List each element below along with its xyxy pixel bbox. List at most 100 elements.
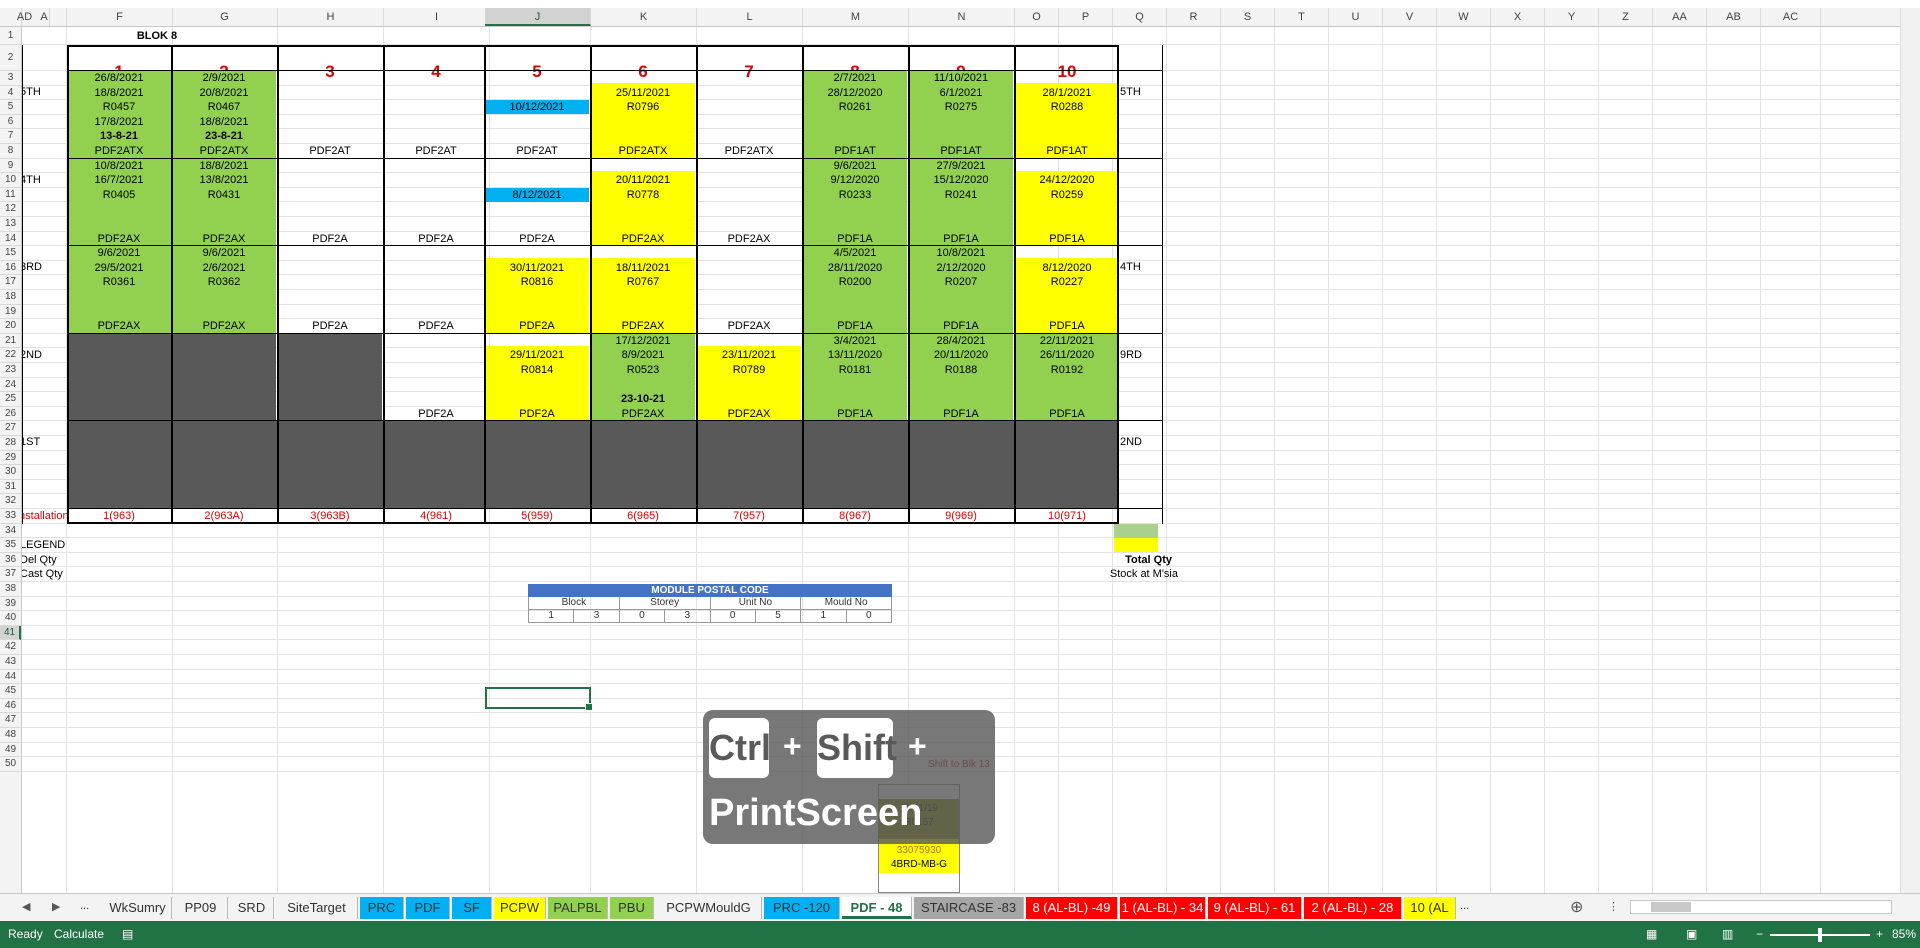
row-header[interactable]: 39: [0, 597, 21, 612]
row-header[interactable]: 30: [0, 465, 21, 480]
column-header[interactable]: H: [278, 8, 384, 26]
sheet-tab[interactable]: 8 (AL-BL) -49: [1026, 897, 1118, 919]
zoom-in-icon[interactable]: +: [1876, 927, 1883, 941]
row-header[interactable]: 11: [0, 188, 21, 203]
row-header[interactable]: 41: [0, 625, 21, 641]
row-header[interactable]: 38: [0, 582, 21, 597]
column-header[interactable]: T: [1275, 8, 1329, 26]
sheet-tab[interactable]: PRC: [360, 897, 404, 919]
vertical-scrollbar[interactable]: [1900, 8, 1920, 893]
column-header[interactable]: AA: [1653, 8, 1707, 26]
tab-scroll-left-icon[interactable]: ◀: [22, 900, 30, 913]
row-header[interactable]: 4: [0, 86, 21, 101]
sheet-tab[interactable]: PDF - 48: [842, 897, 912, 919]
row-header[interactable]: 19: [0, 305, 21, 320]
column-header[interactable]: F: [67, 8, 173, 26]
row-header[interactable]: 23: [0, 363, 21, 378]
column-header[interactable]: X: [1491, 8, 1545, 26]
tab-more[interactable]: ...: [1460, 900, 1469, 912]
horizontal-scroll-thumb[interactable]: [1651, 902, 1691, 912]
column-header[interactable]: Q: [1113, 8, 1167, 26]
sheet-tab[interactable]: 1 (AL-BL) - 34: [1120, 897, 1206, 919]
sheet-tab[interactable]: 9 (AL-BL) - 61: [1208, 897, 1302, 919]
row-header[interactable]: 13: [0, 217, 21, 232]
row-header[interactable]: 25: [0, 392, 21, 407]
row-header[interactable]: 20: [0, 319, 21, 334]
sheet-tab[interactable]: SiteTarget: [276, 897, 358, 919]
row-header[interactable]: 49: [0, 743, 21, 758]
column-header[interactable]: AC: [1761, 8, 1821, 26]
add-sheet-icon[interactable]: ⊕: [1570, 897, 1583, 917]
row-header[interactable]: 26: [0, 407, 21, 422]
row-header[interactable]: 10: [0, 173, 21, 188]
row-header[interactable]: 16: [0, 261, 21, 276]
row-header[interactable]: 18: [0, 290, 21, 305]
column-header[interactable]: O: [1015, 8, 1059, 26]
row-header[interactable]: 8: [0, 144, 21, 159]
column-header[interactable]: AD: [0, 8, 50, 26]
row-header[interactable]: 46: [0, 699, 21, 714]
row-header[interactable]: 47: [0, 713, 21, 728]
horizontal-scrollbar[interactable]: [1630, 900, 1892, 914]
row-header[interactable]: 17: [0, 275, 21, 290]
tab-scroll-right-icon[interactable]: ▶: [52, 900, 60, 913]
sheet-tab[interactable]: PDF: [406, 897, 450, 919]
row-header[interactable]: 24: [0, 378, 21, 393]
page-break-view-icon[interactable]: ▥: [1722, 927, 1733, 941]
sheet-tab[interactable]: PRC -120: [764, 897, 840, 919]
row-header[interactable]: 31: [0, 480, 21, 495]
sheet-tab[interactable]: 2 (AL-BL) - 28: [1304, 897, 1402, 919]
calculate-button[interactable]: Calculate: [54, 927, 104, 941]
sheet-tab[interactable]: WkSumry: [104, 897, 172, 919]
column-header[interactable]: I: [384, 8, 490, 26]
tab-options-icon[interactable]: ⋮: [1608, 900, 1619, 913]
row-header[interactable]: 2: [0, 45, 21, 71]
tab-ellipsis[interactable]: ...: [80, 900, 89, 912]
sheet-tab[interactable]: 10 (AL: [1404, 897, 1456, 919]
sheet-tab[interactable]: PBU: [610, 897, 654, 919]
row-header[interactable]: 45: [0, 684, 21, 699]
zoom-out-icon[interactable]: −: [1756, 927, 1763, 941]
column-header[interactable]: N: [909, 8, 1015, 26]
column-header[interactable]: Z: [1599, 8, 1653, 26]
row-header[interactable]: 32: [0, 494, 21, 509]
row-header[interactable]: 28: [0, 436, 21, 451]
row-header[interactable]: 42: [0, 640, 21, 655]
sheet-tab[interactable]: PALPBL: [548, 897, 608, 919]
row-header[interactable]: 35: [0, 538, 21, 553]
zoom-slider[interactable]: [1770, 928, 1870, 942]
macro-record-icon[interactable]: ▤: [122, 927, 133, 941]
row-header[interactable]: 44: [0, 670, 21, 685]
row-header[interactable]: 40: [0, 611, 21, 626]
column-header[interactable]: M: [803, 8, 909, 26]
row-header[interactable]: 9: [0, 159, 21, 174]
column-header[interactable]: W: [1437, 8, 1491, 26]
row-header[interactable]: 1: [0, 27, 21, 45]
column-header[interactable]: R: [1167, 8, 1221, 26]
sheet-tab[interactable]: SRD: [230, 897, 274, 919]
column-header[interactable]: G: [172, 8, 278, 26]
row-header[interactable]: 21: [0, 334, 21, 349]
row-header[interactable]: 3: [0, 71, 21, 86]
zoom-level[interactable]: 85%: [1892, 927, 1916, 941]
row-header[interactable]: 48: [0, 728, 21, 743]
row-header[interactable]: 50: [0, 757, 21, 772]
row-header[interactable]: 36: [0, 553, 21, 568]
row-header[interactable]: 29: [0, 451, 21, 466]
column-header[interactable]: J: [485, 8, 591, 26]
row-header[interactable]: 33: [0, 509, 21, 524]
sheet-tab[interactable]: PCPW: [494, 897, 546, 919]
row-header[interactable]: 27: [0, 421, 21, 436]
row-header[interactable]: 37: [0, 567, 21, 582]
column-header[interactable]: K: [591, 8, 697, 26]
sheet-tab[interactable]: STAIRCASE -83: [914, 897, 1024, 919]
column-header[interactable]: V: [1383, 8, 1437, 26]
row-header[interactable]: 5: [0, 100, 21, 115]
row-header[interactable]: 34: [0, 524, 21, 539]
column-header[interactable]: S: [1221, 8, 1275, 26]
sheet-tab[interactable]: PP09: [174, 897, 228, 919]
row-header[interactable]: 12: [0, 202, 21, 217]
column-header[interactable]: Y: [1545, 8, 1599, 26]
active-cell[interactable]: [485, 687, 593, 711]
row-header[interactable]: 22: [0, 348, 21, 363]
